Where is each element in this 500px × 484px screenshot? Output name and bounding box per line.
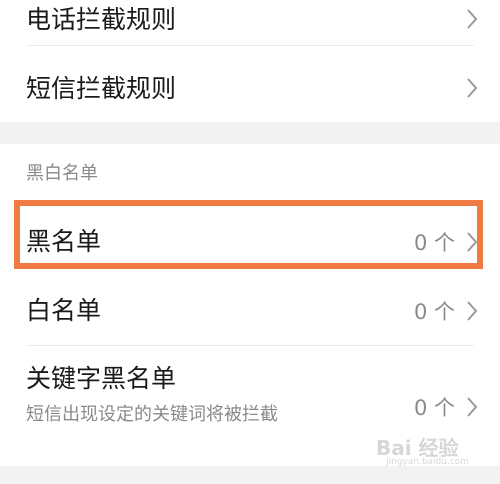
keyword-blacklist-label: 关键字黑名单 [26,364,177,393]
sms-block-rules-label: 短信拦截规则 [26,74,177,103]
settings-page: 电话拦截规则 短信拦截规则 黑白名单 黑名单 0 个 白名单 0 个 关键字黑名… [0,0,500,484]
chevron-right-icon [466,8,478,30]
chevron-right-icon [466,300,478,322]
highlight-box [14,200,483,269]
sms-block-rules-row[interactable]: 短信拦截规则 [0,46,500,122]
chevron-right-icon [466,77,478,99]
chevron-right-icon [466,396,478,418]
keyword-blacklist-count: 0 个 [414,396,456,420]
call-block-rules-row[interactable]: 电话拦截规则 [0,0,500,42]
baidu-watermark: Bai 经验 jingyan.baidu.com [376,432,486,472]
watermark-subtext: jingyan.baidu.com [386,457,470,467]
section-title: 黑白名单 [26,163,98,184]
whitelist-count: 0 个 [414,300,456,324]
call-block-rules-label: 电话拦截规则 [26,5,177,34]
whitelist-row[interactable]: 白名单 0 个 [0,280,500,344]
whitelist-label: 白名单 [26,296,102,325]
keyword-blacklist-description: 短信出现设定的关键词将被拦截 [26,404,278,425]
block-rules-card: 电话拦截规则 短信拦截规则 [0,0,500,122]
